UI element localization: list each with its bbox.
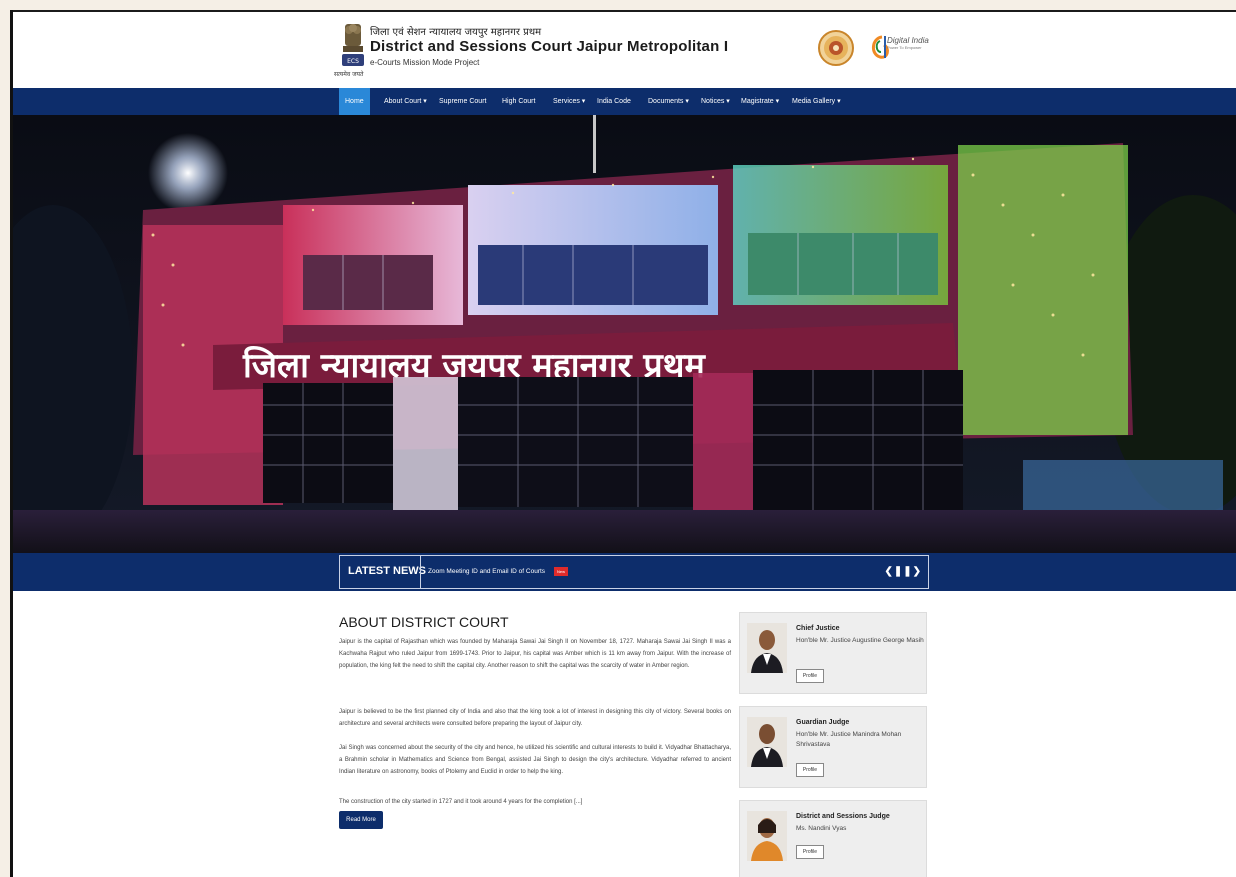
about-paragraph: Jaipur is the capital of Rajasthan which… (339, 639, 731, 669)
hero-banner: जिला न्यायालय जयपुर महानगर प्रथम (13, 115, 1236, 553)
judge-card-chief-justice: Chief Justice Hon'ble Mr. Justice August… (739, 612, 927, 694)
judge-name: Hon'ble Mr. Justice Augustine George Mas… (796, 637, 924, 644)
about-paragraph: Jaipur is believed to be the first plann… (339, 709, 731, 727)
news-divider (420, 556, 421, 588)
web-page: ECS सत्यमेव जयते जिला एवं सेशन न्यायालय … (13, 12, 1236, 877)
judge-name: Ms. Nandini Vyas (796, 825, 847, 832)
site-subtitle: e-Courts Mission Mode Project (370, 58, 480, 67)
digital-india-text: Digital India (887, 36, 929, 45)
svg-text:ECS: ECS (347, 58, 359, 65)
national-emblem-icon: ECS (342, 24, 364, 66)
judge-role: Chief Justice (796, 625, 840, 632)
nav-high-court[interactable]: High Court (502, 88, 535, 115)
nav-india-code[interactable]: India Code (597, 88, 631, 115)
nav-about-court[interactable]: About Court ▾ (384, 88, 427, 115)
ecourts-logo-icon (818, 30, 854, 66)
news-item-link[interactable]: Zoom Meeting ID and Email ID of Courts (428, 568, 545, 575)
profile-button[interactable]: Profile (796, 669, 824, 683)
latest-news-label: LATEST NEWS (348, 565, 427, 577)
court-building-image: जिला न्यायालय जयपुर महानगर प्रथम (13, 115, 1236, 553)
site-title[interactable]: District and Sessions Court Jaipur Metro… (370, 38, 728, 55)
latest-news-bar: LATEST NEWS Zoom Meeting ID and Email ID… (13, 553, 1236, 591)
nav-supreme-court[interactable]: Supreme Court (439, 88, 486, 115)
judge-role: District and Sessions Judge (796, 813, 890, 820)
emblem-caption: सत्यमेव जयते (334, 71, 364, 78)
about-paragraph: Jai Singh was concerned about the securi… (339, 745, 731, 775)
judge-name: Hon'ble Mr. Justice Manindra Mohan Shriv… (796, 731, 902, 748)
judge-photo (747, 717, 787, 767)
nav-notices[interactable]: Notices ▾ (701, 88, 730, 115)
profile-button[interactable]: Profile (796, 845, 824, 859)
judge-card-district-sessions-judge: District and Sessions Judge Ms. Nandini … (739, 800, 927, 877)
digital-india-tagline: Power To Empower (887, 45, 922, 50)
read-more-button[interactable]: Read More (339, 811, 383, 829)
nav-home[interactable]: Home (339, 88, 370, 115)
news-ticker-controls[interactable]: ❮❚❚❯ (884, 566, 922, 577)
judge-card-guardian-judge: Guardian Judge Hon'ble Mr. Justice Manin… (739, 706, 927, 788)
about-section-title: ABOUT DISTRICT COURT (339, 614, 509, 630)
nav-media-gallery[interactable]: Media Gallery ▾ (792, 88, 841, 115)
judge-photo (747, 623, 787, 673)
news-ticker: LATEST NEWS Zoom Meeting ID and Email ID… (339, 555, 929, 589)
main-navigation: Home About Court ▾ Supreme Court High Co… (13, 88, 1236, 115)
about-paragraph: The construction of the city started in … (339, 799, 583, 805)
judge-role: Guardian Judge (796, 719, 850, 726)
site-header: ECS सत्यमेव जयते जिला एवं सेशन न्यायालय … (13, 12, 1236, 88)
nav-magistrate[interactable]: Magistrate ▾ (741, 88, 779, 115)
nav-documents[interactable]: Documents ▾ (648, 88, 689, 115)
judge-photo (747, 811, 787, 861)
new-badge: New (554, 567, 568, 576)
nav-services[interactable]: Services ▾ (553, 88, 585, 115)
site-title-hindi: जिला एवं सेशन न्यायालय जयपुर महानगर प्रथ… (370, 27, 542, 38)
profile-button[interactable]: Profile (796, 763, 824, 777)
